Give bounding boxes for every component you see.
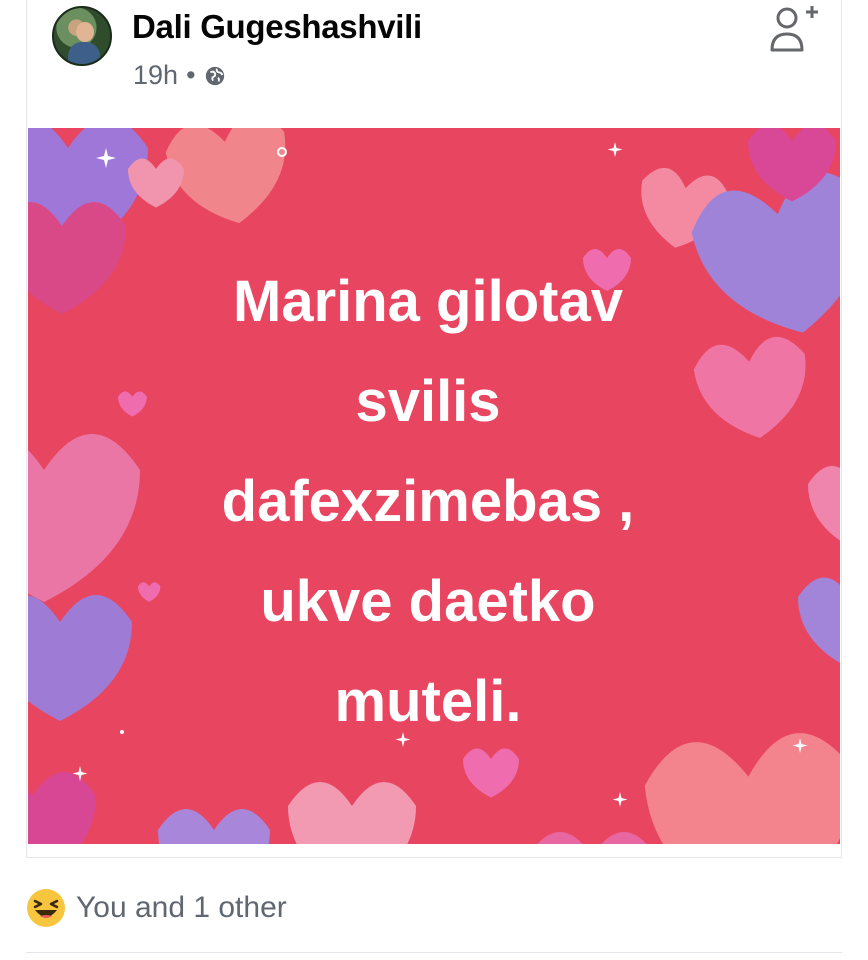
avatar-face	[76, 22, 94, 42]
meta-separator: •	[186, 60, 196, 90]
post-image[interactable]: Marina gilotav svilis dafexzimebas , ukv…	[28, 128, 840, 844]
image-text-line: dafexzimebas ,	[221, 469, 635, 534]
image-text-line: svilis	[355, 369, 501, 434]
add-friend-icon[interactable]	[768, 2, 820, 54]
image-text-line: Marina gilotav	[233, 269, 623, 334]
post-image-text: Marina gilotav svilis dafexzimebas , ukv…	[118, 252, 738, 752]
globe-icon	[205, 66, 224, 85]
reaction-text: You and 1 other	[76, 891, 287, 924]
post-time[interactable]: 19h	[133, 60, 178, 91]
image-text-line: muteli.	[334, 669, 522, 734]
haha-reaction-icon	[27, 889, 65, 927]
post-header: Dali Gugeshashvili 19h •	[0, 0, 868, 128]
avatar-body	[68, 42, 100, 64]
image-text-line: ukve daetko	[260, 569, 596, 634]
author-avatar[interactable]	[52, 6, 112, 66]
divider	[26, 952, 842, 953]
post-meta: 19h •	[133, 60, 226, 91]
author-name[interactable]: Dali Gugeshashvili	[132, 8, 422, 46]
reaction-summary[interactable]: You and 1 other	[26, 888, 287, 928]
